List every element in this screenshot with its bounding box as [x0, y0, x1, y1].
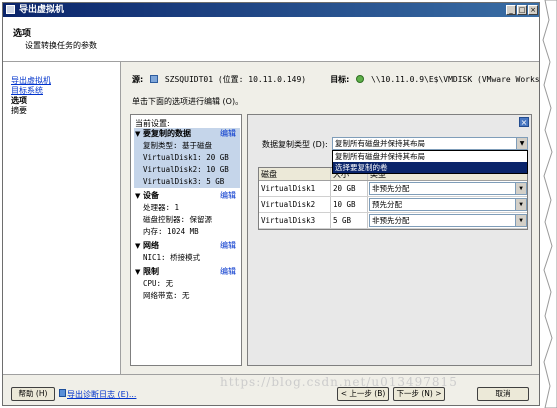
chevron-down-icon[interactable]: ▼: [515, 183, 526, 194]
target-value: \\10.11.0.9\E$\VMDISK (VMware Workstatio…: [371, 75, 540, 84]
chevron-down-icon[interactable]: ▼: [515, 199, 526, 210]
disk-name-cell: VirtualDisk3: [259, 213, 331, 228]
page-header: 选项 设置转换任务的参数: [3, 17, 539, 62]
collapse-triangle-icon[interactable]: ▼: [135, 128, 140, 140]
network-share-icon: [356, 75, 365, 83]
group-line: 磁盘控制器: 保留源: [143, 215, 213, 224]
panel-close-icon[interactable]: ×: [519, 117, 529, 127]
settings-group-devices[interactable]: ▼ 设备 编辑 处理器: 1 磁盘控制器: 保留源 内存: 1024 MB: [134, 190, 240, 238]
maximize-button[interactable]: □: [517, 5, 527, 15]
data-copy-panel: × 数据复制类型 (D): 复制所有磁盘并保持其布局 ▼ 复制所有磁盘并保持其布…: [247, 114, 532, 366]
edit-link[interactable]: 编辑: [220, 240, 236, 252]
table-row[interactable]: VirtualDisk1 20 GB 非预先分配 ▼: [259, 181, 527, 197]
group-line: VirtualDisk3: 5 GB: [143, 177, 225, 186]
disk-type-select[interactable]: 预先分配 ▼: [369, 198, 527, 211]
source-label: 源:: [132, 75, 144, 84]
disk-name-cell: VirtualDisk1: [259, 181, 331, 196]
chevron-down-icon[interactable]: ▼: [515, 215, 526, 226]
page-subtitle: 设置转换任务的参数: [25, 41, 97, 50]
close-button[interactable]: ×: [528, 5, 538, 15]
nav-item-summary: 摘要: [11, 106, 27, 115]
collapse-triangle-icon[interactable]: ▼: [135, 266, 140, 278]
back-button[interactable]: < 上一步 (B): [337, 387, 389, 401]
group-line: 内存: 1024 MB: [143, 227, 199, 236]
wizard-nav: 导出虚拟机 目标系统 选项 摘要: [3, 62, 121, 374]
dropdown-option[interactable]: 复制所有磁盘并保持其布局: [333, 151, 527, 162]
edit-link[interactable]: 编辑: [220, 128, 236, 140]
data-type-value: 复制所有磁盘并保持其布局: [335, 139, 425, 148]
window-title: 导出虚拟机: [19, 5, 65, 15]
disk-type-value: 预先分配: [372, 200, 402, 209]
collapse-triangle-icon[interactable]: ▼: [135, 190, 140, 202]
settings-group-network[interactable]: ▼ 网络 编辑 NIC1: 桥接模式: [134, 240, 240, 264]
group-line: 网络带宽: 无: [143, 291, 190, 300]
disk-type-select[interactable]: 非预先分配 ▼: [369, 214, 527, 227]
group-title: 要复制的数据: [143, 129, 191, 138]
help-button[interactable]: 帮助 (H): [11, 387, 55, 401]
dropdown-option[interactable]: 选择要复制的卷: [333, 162, 527, 173]
main-content: 源: SZSQUIDT01 (位置: 10.11.0.149) 目标: \\10…: [122, 62, 540, 374]
disk-size-cell: 5 GB: [331, 213, 368, 228]
disk-type-value: 非预先分配: [372, 184, 410, 193]
group-title: 网络: [143, 241, 159, 250]
torn-edge-decoration: [542, 0, 557, 408]
group-title: 设备: [143, 191, 159, 200]
minimize-button[interactable]: _: [506, 5, 516, 15]
source-value: SZSQUIDT01 (位置: 10.11.0.149): [164, 75, 307, 84]
nav-item-export-vm[interactable]: 导出虚拟机: [11, 76, 51, 86]
edit-link[interactable]: 编辑: [220, 190, 236, 202]
chevron-down-icon[interactable]: ▼: [516, 138, 527, 149]
group-line: NIC1: 桥接模式: [143, 253, 201, 262]
nav-item-options: 选项: [11, 96, 27, 105]
watermark: https://blog.csdn.net/u013497815: [220, 375, 458, 389]
next-button[interactable]: 下一步 (N) >: [393, 387, 445, 401]
settings-group-limits[interactable]: ▼ 限制 编辑 CPU: 无 网络带宽: 无: [134, 266, 240, 302]
app-icon: [6, 5, 15, 14]
source-target-row: 源: SZSQUIDT01 (位置: 10.11.0.149) 目标: \\10…: [132, 74, 540, 85]
disk-type-value: 非预先分配: [372, 216, 410, 225]
data-type-label: 数据复制类型 (D):: [262, 140, 328, 149]
data-type-dropdown: 复制所有磁盘并保持其布局 选择要复制的卷: [332, 150, 528, 174]
group-title: 限制: [143, 267, 159, 276]
group-line: 复制类型: 基于磁盘: [143, 141, 213, 150]
disk-size-cell: 10 GB: [331, 197, 368, 212]
table-row[interactable]: VirtualDisk2 10 GB 预先分配 ▼: [259, 197, 527, 213]
export-log-link[interactable]: 导出诊断日志 (E)...: [67, 389, 136, 400]
target-label: 目标:: [330, 75, 350, 84]
collapse-triangle-icon[interactable]: ▼: [135, 240, 140, 252]
data-type-select[interactable]: 复制所有磁盘并保持其布局 ▼: [332, 137, 528, 150]
settings-group-data-copy[interactable]: ▼ 要复制的数据 编辑 复制类型: 基于磁盘 VirtualDisk1: 20 GB…: [134, 128, 240, 188]
disk-size-cell: 20 GB: [331, 181, 368, 196]
edit-link[interactable]: 编辑: [220, 266, 236, 278]
table-row[interactable]: VirtualDisk3 5 GB 非预先分配 ▼: [259, 213, 527, 229]
disk-type-select[interactable]: 非预先分配 ▼: [369, 182, 527, 195]
group-line: CPU: 无: [143, 279, 174, 288]
column-header-disk[interactable]: 磁盘: [259, 168, 331, 180]
disk-name-cell: VirtualDisk2: [259, 197, 331, 212]
group-line: VirtualDisk2: 10 GB: [143, 165, 229, 174]
instruction-text: 单击下面的选项进行编辑 (O)。: [132, 97, 244, 106]
current-settings-list: 当前设置: ▼ 要复制的数据 编辑 复制类型: 基于磁盘 VirtualDisk1:…: [130, 114, 242, 366]
export-vm-window: 导出虚拟机 _ □ × 选项 设置转换任务的参数 导出虚拟机 目标系统 选项 摘…: [2, 2, 540, 406]
nav-item-target-system[interactable]: 目标系统: [11, 86, 43, 96]
export-log-icon: [59, 389, 66, 397]
disk-table: 磁盘 大小 类型 VirtualDisk1 20 GB 非预先分配 ▼ Virtu…: [258, 167, 528, 230]
server-icon: [150, 75, 159, 83]
page-title: 选项: [13, 29, 32, 39]
cancel-button[interactable]: 取消: [477, 387, 529, 401]
group-line: VirtualDisk1: 20 GB: [143, 153, 229, 162]
title-bar: 导出虚拟机 _ □ ×: [3, 3, 539, 17]
group-line: 处理器: 1: [143, 203, 180, 212]
